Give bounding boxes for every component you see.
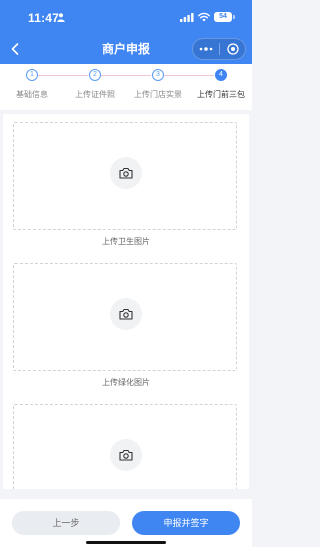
greening-photo-upload[interactable] [13, 263, 237, 371]
bottom-action-bar: 上一步 申报并签字 [0, 499, 252, 547]
person-icon [57, 13, 65, 22]
previous-step-button[interactable]: 上一步 [12, 511, 120, 535]
nav-bar: 商户申报 [0, 34, 252, 64]
step-basic-info[interactable]: 1 基础信息 [1, 69, 63, 105]
step-number: 3 [152, 69, 164, 81]
home-indicator [86, 541, 166, 544]
mini-program-capsule [192, 38, 246, 60]
camera-icon[interactable] [110, 157, 142, 189]
hygiene-photo-upload[interactable] [13, 122, 237, 230]
step-label: 上传门前三包 [197, 90, 245, 99]
camera-icon[interactable] [110, 439, 142, 471]
status-bar: 11:47 54 [0, 0, 252, 34]
step-upload-store-photos[interactable]: 3 上传门店实景 [127, 69, 189, 105]
battery-tip [233, 15, 235, 19]
close-capsule-icon[interactable] [220, 39, 246, 59]
step-number: 1 [26, 69, 38, 81]
step-label: 上传门店实景 [134, 90, 182, 99]
more-icon[interactable] [193, 39, 219, 59]
step-upload-license[interactable]: 2 上传证件照 [64, 69, 126, 105]
third-photo-upload[interactable] [13, 404, 237, 489]
camera-icon[interactable] [110, 298, 142, 330]
upload-label: 上传卫生图片 [102, 237, 150, 246]
submit-and-sign-button[interactable]: 申报并签字 [132, 511, 240, 535]
step-indicator: 1 基础信息 2 上传证件照 3 上传门店实景 4 上传门前三包 [0, 64, 252, 110]
cellular-signal-icon [180, 13, 194, 22]
back-icon[interactable] [6, 39, 24, 59]
step-number: 2 [89, 69, 101, 81]
step-label: 基础信息 [16, 90, 48, 99]
wifi-icon [198, 12, 210, 22]
app-header: 11:47 54 商户申报 [0, 0, 252, 64]
upload-content: 上传卫生图片 上传绿化图片 [3, 114, 249, 489]
battery-indicator: 54 [214, 12, 232, 22]
upload-label: 上传绿化图片 [102, 378, 150, 387]
step-upload-three-guarantees[interactable]: 4 上传门前三包 [190, 69, 252, 105]
step-label: 上传证件照 [75, 90, 115, 99]
status-time: 11:47 [28, 11, 60, 25]
step-number: 4 [215, 69, 227, 81]
